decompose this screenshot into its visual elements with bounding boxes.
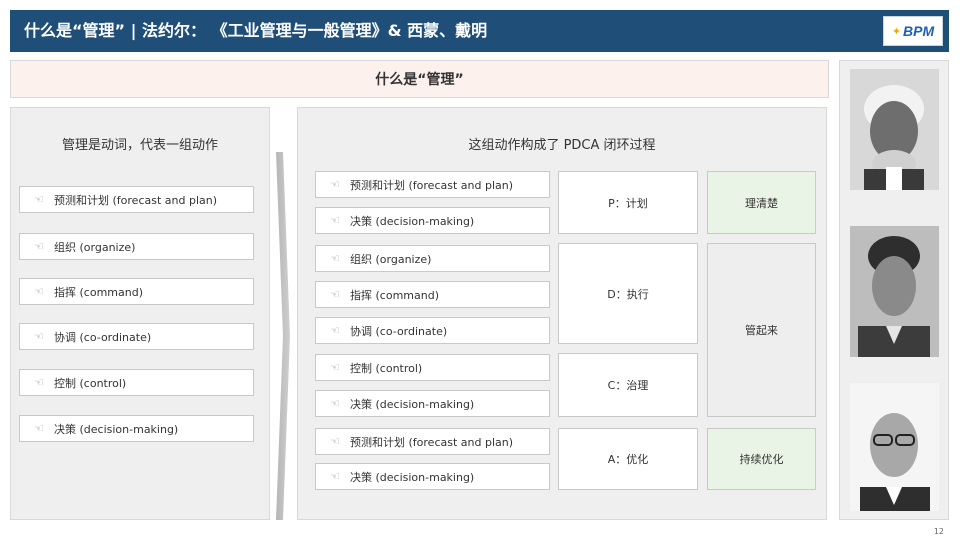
phase-act: A：优化	[558, 428, 698, 490]
pointing-hand-icon: ☜	[330, 324, 340, 337]
portrait-photo-3	[850, 383, 939, 511]
right-item-command: ☜ 指挥 (command)	[315, 281, 550, 308]
item-label: 指挥 (command)	[54, 285, 143, 299]
item-label: 决策 (decision-making)	[350, 214, 475, 228]
item-label: 指挥 (command)	[350, 288, 439, 302]
pointing-hand-icon: ☜	[330, 470, 340, 483]
page-number: 12	[933, 527, 944, 536]
logo-mark-icon: ✦	[891, 24, 902, 38]
pointing-hand-icon: ☜	[330, 361, 340, 374]
pointing-hand-icon: ☜	[34, 376, 44, 389]
left-item-organize: ☜ 组织 (organize)	[19, 233, 254, 260]
pointing-hand-icon: ☜	[330, 288, 340, 301]
pointing-hand-icon: ☜	[330, 252, 340, 265]
subtitle-text: 什么是“管理”	[375, 72, 464, 88]
item-label: 决策 (decision-making)	[54, 422, 179, 436]
item-label: 决策 (decision-making)	[350, 470, 475, 484]
left-panel-heading: 管理是动词，代表一组动作	[61, 138, 218, 153]
pointing-hand-icon: ☜	[34, 285, 44, 298]
right-item-decision-3: ☜ 决策 (decision-making)	[315, 463, 550, 490]
pointing-hand-icon: ☜	[330, 214, 340, 227]
left-item-command: ☜ 指挥 (command)	[19, 278, 254, 305]
result-optimize: 持续优化	[707, 428, 816, 490]
right-item-coordinate: ☜ 协调 (co-ordinate)	[315, 317, 550, 344]
item-label: 组织 (organize)	[54, 240, 136, 254]
left-item-coordinate: ☜ 协调 (co-ordinate)	[19, 323, 254, 350]
chevron-right-arrow	[276, 152, 290, 520]
item-label: 预测和计划 (forecast and plan)	[54, 193, 218, 207]
item-label: 预测和计划 (forecast and plan)	[350, 435, 514, 449]
header-bar: 什么是“管理” | 法约尔： 《工业管理与一般管理》& 西蒙、戴明 ✦ BPM	[10, 10, 949, 52]
item-label: 控制 (control)	[54, 376, 127, 390]
item-label: 协调 (co-ordinate)	[350, 324, 448, 338]
right-item-control: ☜ 控制 (control)	[315, 354, 550, 381]
pointing-hand-icon: ☜	[330, 397, 340, 410]
pointing-hand-icon: ☜	[34, 330, 44, 343]
right-panel: 这组动作构成了 PDCA 闭环过程 ☜ 预测和计划 (forecast and …	[297, 107, 827, 520]
right-item-organize: ☜ 组织 (organize)	[315, 245, 550, 272]
portrait-photo-1	[850, 69, 939, 190]
pointing-hand-icon: ☜	[34, 240, 44, 253]
pointing-hand-icon: ☜	[330, 178, 340, 191]
right-panel-heading: 这组动作构成了 PDCA 闭环过程	[468, 138, 656, 153]
item-label: 预测和计划 (forecast and plan)	[350, 178, 514, 192]
left-item-control: ☜ 控制 (control)	[19, 369, 254, 396]
right-item-forecast-2: ☜ 预测和计划 (forecast and plan)	[315, 428, 550, 455]
item-label: 决策 (decision-making)	[350, 397, 475, 411]
right-item-forecast: ☜ 预测和计划 (forecast and plan)	[315, 171, 550, 198]
left-item-forecast: ☜ 预测和计划 (forecast and plan)	[19, 186, 254, 213]
phase-check: C：治理	[558, 353, 698, 417]
pointing-hand-icon: ☜	[34, 193, 44, 206]
portrait-column	[839, 60, 949, 520]
item-label: 控制 (control)	[350, 361, 423, 375]
portrait-photo-2	[850, 226, 939, 357]
result-manage: 管起来	[707, 243, 816, 417]
bpm-logo: ✦ BPM	[883, 16, 943, 46]
phase-do: D：执行	[558, 243, 698, 344]
result-clarify: 理清楚	[707, 171, 816, 234]
item-label: 协调 (co-ordinate)	[54, 330, 152, 344]
left-item-decision: ☜ 决策 (decision-making)	[19, 415, 254, 442]
page-title: 什么是“管理” | 法约尔： 《工业管理与一般管理》& 西蒙、戴明	[24, 21, 488, 40]
right-item-decision: ☜ 决策 (decision-making)	[315, 207, 550, 234]
logo-text: BPM	[903, 23, 935, 39]
right-item-decision-2: ☜ 决策 (decision-making)	[315, 390, 550, 417]
subtitle-bar: 什么是“管理”	[10, 60, 829, 98]
left-panel: 管理是动词，代表一组动作 ☜ 预测和计划 (forecast and plan)…	[10, 107, 270, 520]
pointing-hand-icon: ☜	[34, 422, 44, 435]
phase-plan: P：计划	[558, 171, 698, 234]
item-label: 组织 (organize)	[350, 252, 432, 266]
pointing-hand-icon: ☜	[330, 435, 340, 448]
